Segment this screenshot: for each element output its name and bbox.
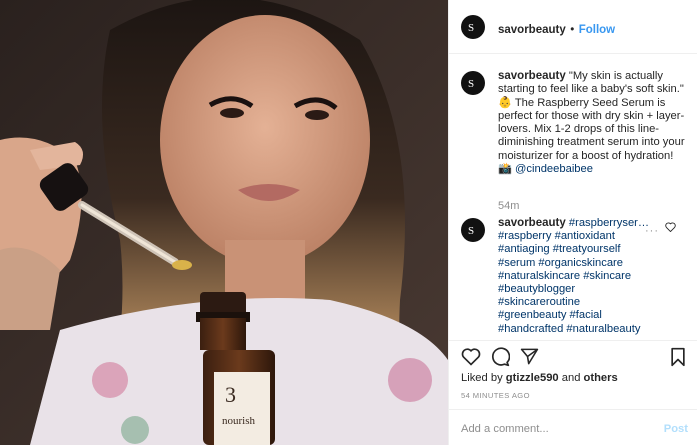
camera-emoji: 📸 bbox=[498, 163, 512, 176]
post-photo-illustration: 3 nourish bbox=[0, 0, 448, 445]
comment-options-button[interactable]: ··· bbox=[645, 225, 659, 237]
liked-by-prefix: Liked by bbox=[461, 372, 503, 384]
caption-mention[interactable]: @cindeebaibee bbox=[515, 163, 593, 175]
header-username[interactable]: savorbeauty bbox=[498, 24, 566, 36]
liked-by-others[interactable]: others bbox=[584, 372, 618, 384]
savor-logo-icon[interactable]: S bbox=[461, 71, 485, 95]
hashtag[interactable]: #skincare bbox=[583, 270, 631, 282]
post-comment-button[interactable]: Post bbox=[664, 423, 688, 435]
hashtag[interactable]: #facial bbox=[570, 309, 602, 321]
add-comment-input[interactable]: Add a comment... bbox=[461, 423, 549, 435]
post-actions: Liked by gtizzle590 and others 54 MINUTE… bbox=[449, 340, 697, 445]
savor-logo-icon[interactable]: S bbox=[461, 218, 485, 242]
hashtag-comment: savorbeauty #raspberryser… #raspberry #a… bbox=[498, 217, 662, 336]
hashtag[interactable]: #raspberry bbox=[498, 230, 551, 242]
hashtag[interactable]: #naturalskincare bbox=[498, 270, 580, 282]
bottle-number: 3 bbox=[225, 382, 236, 407]
post-caption: savorbeauty "My skin is actually startin… bbox=[498, 70, 688, 176]
caption-time[interactable]: 54m bbox=[498, 200, 519, 212]
hashtag[interactable]: #skincareroutine bbox=[498, 296, 580, 308]
heart-icon[interactable] bbox=[461, 347, 481, 366]
bookmark-icon[interactable] bbox=[670, 347, 686, 367]
liked-by-and: and bbox=[561, 372, 581, 384]
likes-summary: Liked by gtizzle590 and others bbox=[461, 372, 618, 384]
hashtag[interactable]: #serum bbox=[498, 257, 535, 269]
hashtag[interactable]: #naturalbeauty bbox=[566, 323, 640, 335]
hashtag[interactable]: #handcrafted bbox=[498, 323, 563, 335]
follow-button[interactable]: Follow bbox=[579, 24, 615, 36]
add-comment-bar: Add a comment... Post bbox=[449, 409, 697, 446]
baby-emoji: 👶 bbox=[498, 96, 512, 109]
comment-icon[interactable] bbox=[490, 347, 510, 367]
caption-username[interactable]: savorbeauty bbox=[498, 70, 566, 82]
share-icon[interactable] bbox=[520, 347, 539, 366]
hashtag[interactable]: #antiaging bbox=[498, 243, 550, 255]
svg-text:S: S bbox=[468, 225, 474, 237]
instagram-post-window: 3 nourish S savorbeauty • Follow S savor… bbox=[0, 0, 697, 445]
separator-dot: • bbox=[570, 24, 575, 36]
hashtag[interactable]: #raspberryser… bbox=[569, 217, 649, 229]
bottle-label: nourish bbox=[222, 415, 256, 427]
svg-text:S: S bbox=[468, 22, 474, 34]
svg-text:S: S bbox=[468, 78, 474, 90]
hashtag[interactable]: #beautyblogger bbox=[498, 283, 575, 295]
hashtag[interactable]: #antioxidant bbox=[555, 230, 615, 242]
savor-logo-icon[interactable]: S bbox=[461, 15, 485, 39]
heart-icon[interactable] bbox=[665, 222, 676, 232]
post-side-panel: S savorbeauty • Follow S savorbeauty "My… bbox=[448, 0, 697, 445]
post-header: S savorbeauty • Follow bbox=[449, 0, 697, 54]
hashtag[interactable]: #organicskincare bbox=[538, 257, 623, 269]
post-timestamp: 54 MINUTES AGO bbox=[461, 391, 530, 400]
comment-username[interactable]: savorbeauty bbox=[498, 217, 566, 229]
caption-body: The Raspberry Seed Serum is perfect for … bbox=[498, 96, 685, 162]
liked-by-user[interactable]: gtizzle590 bbox=[506, 372, 559, 384]
hashtag[interactable]: #greenbeauty bbox=[498, 309, 566, 321]
hashtag[interactable]: #treatyourself bbox=[553, 243, 621, 255]
post-photo[interactable]: 3 nourish bbox=[0, 0, 448, 445]
